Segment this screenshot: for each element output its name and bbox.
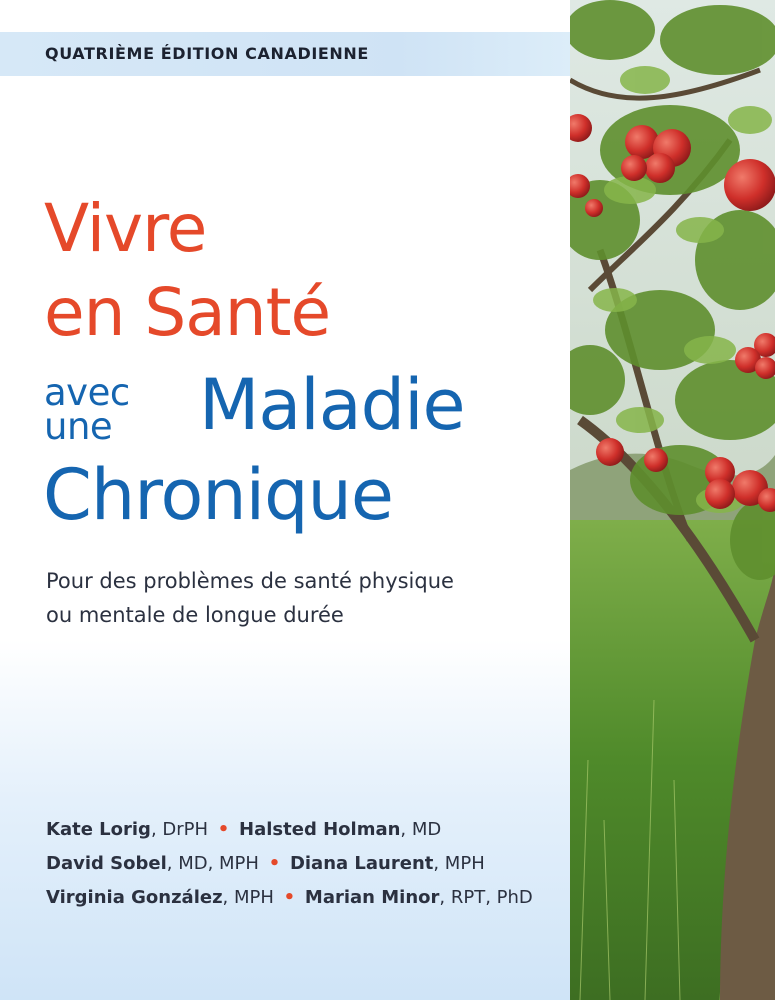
author-line: Kate Lorig, DrPH • Halsted Holman, MD [46,819,441,840]
separator-dot: • [217,819,230,840]
author-name: Virginia González [46,887,223,908]
author-line: Virginia González, MPH • Marian Minor, R… [46,887,533,908]
title-line-maladie: Maladie [199,364,466,446]
author-credentials: , RPT, PhD [439,887,533,908]
author-credentials: , MD [400,819,442,840]
author-name: Diana Laurent [289,853,434,874]
subtitle-line-2: ou mentale de longue durée [46,603,344,627]
author-name: David Sobel [46,853,167,874]
author-name: Kate Lorig [46,819,151,840]
author-name: Halsted Holman [239,819,401,840]
separator-dot: • [268,853,281,874]
separator-dot: • [283,887,296,908]
author-credentials: , MD, MPH [166,853,259,874]
author-credentials: , DrPH [150,819,209,840]
book-cover: QUATRIÈME ÉDITION CANADIENNE Vivre en Sa… [0,0,775,1000]
author-line: David Sobel, MD, MPH • Diana Laurent, MP… [46,853,485,874]
edition-label: QUATRIÈME ÉDITION CANADIENNE [45,44,369,63]
title-word-une: une [44,405,113,448]
apple-tree-photo [570,0,775,1000]
author-credentials: , MPH [222,887,274,908]
edition-band: QUATRIÈME ÉDITION CANADIENNE [0,32,570,76]
title-line-en-sante: en Santé [44,274,331,351]
title-line-vivre: Vivre [44,190,207,267]
title-line-chronique: Chronique [43,454,394,536]
author-name: Marian Minor [304,887,440,908]
author-credentials: , MPH [433,853,485,874]
subtitle-line-1: Pour des problèmes de santé physique [46,569,454,593]
